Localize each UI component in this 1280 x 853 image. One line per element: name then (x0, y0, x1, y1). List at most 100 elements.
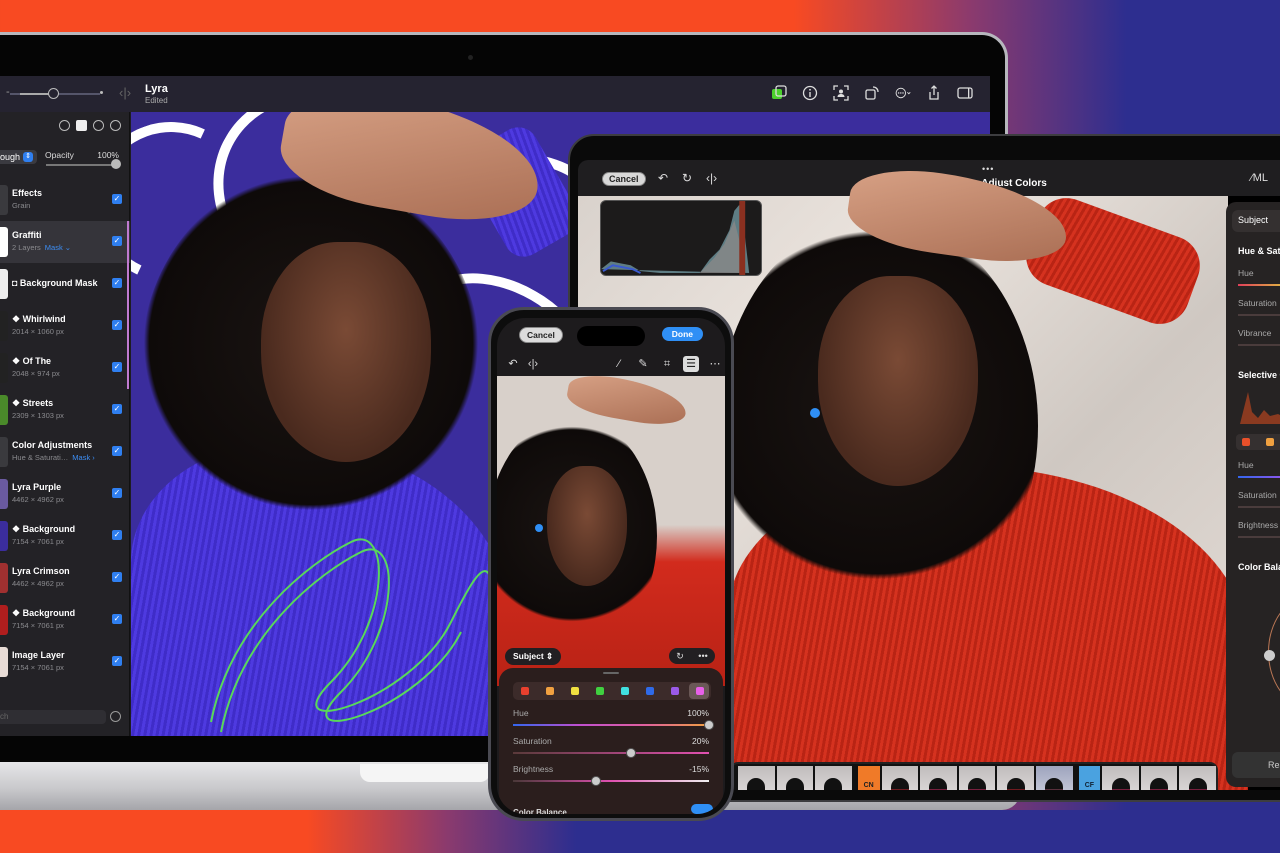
zoom-out-icon[interactable]: - (6, 86, 10, 98)
reset-icon[interactable]: ↻ (676, 651, 684, 662)
subject-marker-icon[interactable] (810, 408, 820, 418)
layer-visibility-checkbox[interactable]: ✓ (112, 278, 122, 288)
layer-row[interactable]: Graffiti 2 Layers Mask ⌄ ✓ (0, 221, 130, 263)
mask-view-icon[interactable] (76, 120, 87, 131)
select-subject-icon[interactable] (832, 84, 850, 102)
layer-row[interactable]: ◘ Background Mask ✓ (0, 263, 130, 305)
preset-thumbnail[interactable] (776, 766, 814, 790)
blend-mode-select[interactable]: ough ⇕ (0, 150, 38, 164)
layer-mask-link[interactable]: Mask › (72, 453, 95, 462)
layer-row[interactable]: ❖ Whirlwind 2014 × 1060 px ✓ (0, 305, 130, 347)
layer-visibility-checkbox[interactable]: ✓ (112, 488, 122, 498)
share-icon[interactable] (925, 84, 943, 102)
color-balance-knob[interactable] (1264, 650, 1275, 661)
more-dots-icon[interactable]: ••• (982, 164, 994, 174)
sidebar-icon[interactable] (956, 84, 974, 102)
more-menu-icon[interactable] (894, 84, 912, 102)
ml-wand-icon[interactable]: ⁄ (611, 356, 627, 372)
filter-icon[interactable] (110, 711, 121, 722)
layer-row[interactable]: Lyra Crimson 4462 × 4962 px ✓ (0, 557, 130, 599)
layer-visibility-checkbox[interactable]: ✓ (112, 362, 122, 372)
layer-row[interactable]: ❖ Streets 2309 × 1303 px ✓ (0, 389, 130, 431)
layer-visibility-checkbox[interactable]: ✓ (112, 446, 122, 456)
layer-search-input[interactable]: ch (0, 710, 106, 724)
compare-icon[interactable]: ‹|› (525, 356, 541, 372)
layer-visibility-checkbox[interactable]: ✓ (112, 656, 122, 666)
swatch-red[interactable] (1242, 438, 1250, 446)
info-icon[interactable] (801, 84, 819, 102)
opacity-slider-knob[interactable] (111, 159, 121, 169)
preset-thumbnail[interactable] (1179, 766, 1217, 790)
iphone-done-button[interactable]: Done (661, 327, 703, 341)
zoom-slider-knob[interactable] (48, 88, 59, 99)
color-swatch[interactable] (521, 687, 529, 695)
subject-marker-icon[interactable] (535, 524, 543, 532)
iphone-cancel-button[interactable]: Cancel (519, 327, 563, 343)
ml-wand-icon[interactable]: ⁄ML (1251, 172, 1268, 184)
preset-thumbnail[interactable] (815, 766, 852, 790)
layer-visibility-checkbox[interactable]: ✓ (112, 320, 122, 330)
layers-color-icon[interactable] (770, 84, 788, 102)
selective-saturation-slider[interactable] (1238, 506, 1280, 508)
selective-hue-slider[interactable] (1238, 476, 1280, 478)
selective-brightness-slider[interactable] (1238, 536, 1280, 538)
minus-circle-icon[interactable] (59, 120, 70, 131)
layer-row[interactable]: ❖ Background 7154 × 7061 px ✓ (0, 515, 130, 557)
adjustment-slider[interactable] (513, 724, 709, 726)
color-swatch[interactable] (621, 687, 629, 695)
layer-visibility-checkbox[interactable]: ✓ (112, 530, 122, 540)
reset-button[interactable]: Reset (1232, 752, 1280, 778)
sheet-grabber[interactable] (603, 672, 619, 674)
crop-icon[interactable]: ⌗ (659, 356, 675, 372)
hue-slider[interactable] (1238, 284, 1280, 286)
adjustment-slider[interactable] (513, 780, 709, 782)
preset-thumbnail[interactable] (1102, 766, 1139, 790)
adjust-icon[interactable]: ☰ (683, 356, 699, 372)
layer-visibility-checkbox[interactable]: ✓ (112, 572, 122, 582)
zoom-slider[interactable] (10, 88, 100, 99)
preset-thumbnail[interactable] (881, 766, 919, 790)
opacity-slider[interactable] (46, 164, 117, 166)
color-swatch[interactable] (596, 687, 604, 695)
more-icon[interactable]: ⋯ (707, 356, 723, 372)
layer-visibility-checkbox[interactable]: ✓ (112, 194, 122, 204)
preset-thumbnail[interactable] (738, 766, 775, 790)
preset-thumbnail[interactable] (997, 766, 1034, 790)
adjustment-slider-knob[interactable] (591, 776, 602, 786)
preset-thumbnail[interactable] (958, 766, 996, 790)
layers-stack-icon[interactable] (93, 120, 104, 131)
layer-row[interactable]: ❖ Background 7154 × 7061 px ✓ (0, 599, 130, 641)
layer-visibility-checkbox[interactable]: ✓ (112, 404, 122, 414)
color-swatch[interactable] (571, 687, 579, 695)
color-swatch[interactable] (671, 687, 679, 695)
preset-thumbnail[interactable] (920, 766, 957, 790)
layer-visibility-checkbox[interactable]: ✓ (112, 236, 122, 246)
subject-selector[interactable]: Subject (1232, 210, 1280, 232)
layer-row[interactable]: Effects Grain ✓ (0, 179, 130, 221)
swatch-orange[interactable] (1266, 438, 1274, 446)
undo-icon[interactable]: ↶ (505, 356, 521, 372)
layer-row[interactable]: ❖ Of The 2048 × 974 px ✓ (0, 347, 130, 389)
saturation-slider[interactable] (1238, 314, 1280, 316)
subject-selector[interactable]: Subject ⇕ (505, 648, 562, 665)
layer-row[interactable]: Image Layer 7154 × 7061 px ✓ (0, 641, 130, 683)
crop-rotate-icon[interactable] (863, 84, 881, 102)
adjustment-slider-knob[interactable] (625, 748, 636, 758)
color-swatch[interactable] (546, 687, 554, 695)
adjustment-slider-knob[interactable] (704, 720, 714, 730)
preset-group-label[interactable]: CN (857, 766, 880, 790)
color-balance-toggle[interactable] (691, 804, 713, 814)
color-swatch[interactable] (696, 687, 704, 695)
preset-thumbnail[interactable] (1140, 766, 1178, 790)
brush-icon[interactable]: ✎ (635, 356, 651, 372)
layer-mask-link[interactable]: Mask ⌄ (45, 243, 71, 252)
adjustment-slider[interactable] (513, 752, 709, 754)
color-swatch[interactable] (646, 687, 654, 695)
target-icon[interactable] (110, 120, 121, 131)
layer-row[interactable]: Color Adjustments Hue & Saturati… Mask › ✓ (0, 431, 130, 473)
preset-thumbnail[interactable] (1035, 766, 1073, 790)
more-icon[interactable]: ••• (698, 651, 707, 661)
compare-icon[interactable]: ‹|› (119, 85, 131, 100)
layer-visibility-checkbox[interactable]: ✓ (112, 614, 122, 624)
iphone-photo-canvas[interactable] (497, 369, 725, 686)
